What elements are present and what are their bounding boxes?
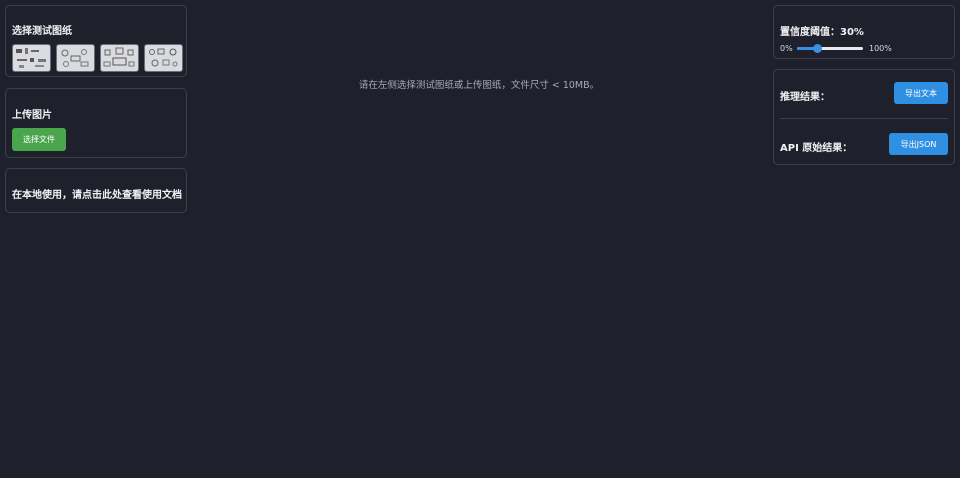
drawing-2-image xyxy=(61,49,89,67)
drawing-4-image xyxy=(149,48,178,67)
slider-max-label: 100% xyxy=(869,44,892,53)
api-result-label: API 原始结果： xyxy=(780,143,853,154)
docs-panel[interactable]: 在本地使用，请点击此处查看使用文档 xyxy=(5,168,187,213)
confidence-slider[interactable] xyxy=(797,44,863,53)
divider xyxy=(780,118,948,119)
inference-result-label: 推理结果： xyxy=(780,92,830,103)
slider-handle[interactable] xyxy=(812,44,822,53)
upload-panel: 上传图片 选择文件 xyxy=(5,88,187,158)
drawing-1-image xyxy=(16,48,46,68)
export-json-button[interactable]: 导出JSON xyxy=(889,133,948,155)
thumbnail-drawing-3[interactable] xyxy=(100,44,139,72)
test-drawings-panel: 选择测试图纸 xyxy=(5,5,187,77)
thumbnail-list xyxy=(12,44,183,72)
thumbnail-drawing-4[interactable] xyxy=(144,44,183,72)
slider-min-label: 0% xyxy=(780,44,793,53)
test-drawings-title: 选择测试图纸 xyxy=(12,26,72,37)
empty-state-hint: 请在左侧选择测试图纸或上传图纸，文件尺寸 < 10MB。 xyxy=(358,80,600,91)
upload-title: 上传图片 xyxy=(12,110,52,121)
result-panel: 推理结果： 导出文本 API 原始结果： 导出JSON xyxy=(773,69,955,165)
export-text-button[interactable]: 导出文本 xyxy=(894,82,948,104)
thumbnail-drawing-1[interactable] xyxy=(12,44,51,72)
docs-link[interactable]: 在本地使用，请点击此处查看使用文档 xyxy=(12,186,182,201)
choose-file-button[interactable]: 选择文件 xyxy=(12,128,66,151)
confidence-panel: 置信度阈值：30% 0% 100% xyxy=(773,5,955,59)
drawing-3-image xyxy=(103,47,135,67)
confidence-label: 置信度阈值：30% xyxy=(780,27,864,38)
thumbnail-drawing-2[interactable] xyxy=(56,44,95,72)
